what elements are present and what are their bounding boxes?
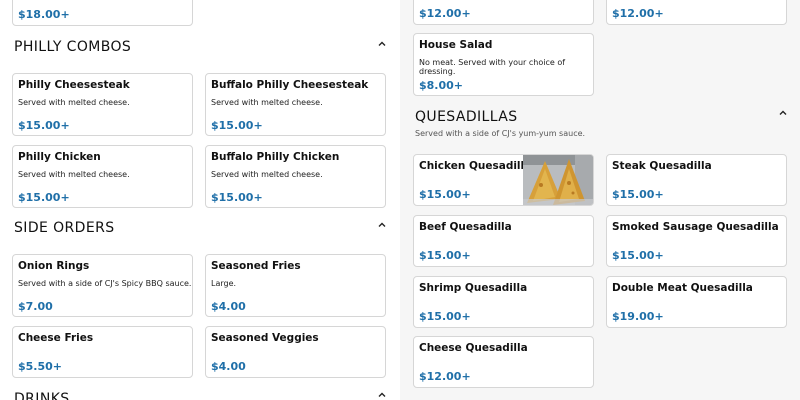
section-title-quesadillas: QUESADILLAS xyxy=(415,109,518,125)
menu-item-card[interactable]: House Salad No meat. Served with your ch… xyxy=(413,33,594,96)
item-price: $12.00+ xyxy=(612,7,664,20)
item-price: $15.00+ xyxy=(419,310,471,323)
item-price: $7.00 xyxy=(18,300,53,313)
item-name: Double Meat Quesadilla xyxy=(612,282,753,294)
item-price: $5.50+ xyxy=(18,360,63,373)
item-description: No meat. Served with your choice of dres… xyxy=(419,58,566,76)
item-price: $15.00+ xyxy=(419,249,471,262)
item-price: $15.00+ xyxy=(18,119,70,132)
menu-item-card[interactable]: Beef Quesadilla $15.00+ xyxy=(413,215,594,267)
item-name: Buffalo Philly Cheesesteak xyxy=(211,79,369,91)
item-name: Beef Quesadilla xyxy=(419,221,512,233)
item-price: $15.00+ xyxy=(211,119,263,132)
menu-item-card[interactable]: Double Meat Quesadilla $19.00+ xyxy=(606,276,787,328)
item-name: Smoked Sausage Quesadilla xyxy=(612,221,779,233)
section-subtitle: Served with a side of CJ's yum-yum sauce… xyxy=(415,129,586,138)
item-name: Onion Rings xyxy=(18,260,90,272)
menu-item-card[interactable]: Philly Chicken Served with melted cheese… xyxy=(12,145,193,208)
item-price: $15.00+ xyxy=(419,188,471,201)
item-name: Cheese Quesadilla xyxy=(419,342,528,354)
item-name: Buffalo Philly Chicken xyxy=(211,151,340,163)
chevron-up-icon[interactable] xyxy=(377,220,387,230)
item-name: Philly Chicken xyxy=(18,151,101,163)
item-name: House Salad xyxy=(419,39,493,51)
menu-right-column: $12.00+ $12.00+ House Salad No meat. Ser… xyxy=(400,0,800,400)
item-name: Cheese Fries xyxy=(18,332,94,344)
quesadilla-photo xyxy=(523,155,593,205)
menu-item-card[interactable]: Seasoned Veggies $4.00 xyxy=(205,326,386,378)
item-price: $4.00 xyxy=(211,300,246,313)
item-description: Served with melted cheese. xyxy=(18,170,130,179)
item-price: $8.00+ xyxy=(419,79,464,92)
menu-item-card[interactable]: Onion Rings Served with a side of CJ's S… xyxy=(12,254,193,317)
item-description: Served with a side of CJ's Spicy BBQ sau… xyxy=(18,279,192,288)
menu-item-card[interactable]: Chicken Quesadilla $15.00+ xyxy=(413,154,594,206)
menu-item-card[interactable]: Buffalo Philly Cheesesteak Served with m… xyxy=(205,73,386,136)
menu-item-card[interactable]: Buffalo Philly Chicken Served with melte… xyxy=(205,145,386,208)
chevron-up-icon[interactable] xyxy=(377,390,387,400)
item-name: Seasoned Fries xyxy=(211,260,301,272)
item-description: Served with melted cheese. xyxy=(18,98,130,107)
item-name: Chicken Quesadilla xyxy=(419,160,532,172)
menu-item-card[interactable]: Smoked Sausage Quesadilla $15.00+ xyxy=(606,215,787,267)
item-description: Served with melted cheese. xyxy=(211,170,323,179)
menu-item-card[interactable]: Shrimp Quesadilla $15.00+ xyxy=(413,276,594,328)
menu-item-card[interactable]: $12.00+ xyxy=(413,0,594,25)
menu-item-card[interactable]: Steak Quesadilla $15.00+ xyxy=(606,154,787,206)
menu-item-card[interactable]: $18.00+ xyxy=(12,0,193,26)
item-description: Large. xyxy=(211,279,237,288)
section-title-side-orders: SIDE ORDERS xyxy=(14,220,115,236)
item-price: $19.00+ xyxy=(612,310,664,323)
item-price: $15.00+ xyxy=(211,191,263,204)
chevron-up-icon[interactable] xyxy=(778,108,788,118)
section-title-drinks: DRINKS xyxy=(14,391,70,400)
section-title-philly-combos: PHILLY COMBOS xyxy=(14,39,132,55)
item-price: $12.00+ xyxy=(419,7,471,20)
item-name: Steak Quesadilla xyxy=(612,160,712,172)
menu-item-card[interactable]: Seasoned Fries Large. $4.00 xyxy=(205,254,386,317)
item-name: Seasoned Veggies xyxy=(211,332,319,344)
item-price: $4.00 xyxy=(211,360,246,373)
chevron-up-icon[interactable] xyxy=(377,39,387,49)
menu-item-card[interactable]: Cheese Quesadilla $12.00+ xyxy=(413,336,594,388)
item-price: $18.00+ xyxy=(18,8,70,21)
item-price: $15.00+ xyxy=(18,191,70,204)
item-price: $15.00+ xyxy=(612,188,664,201)
menu-left-column: $18.00+ PHILLY COMBOS Philly Cheesesteak… xyxy=(0,0,400,400)
item-price: $12.00+ xyxy=(419,370,471,383)
menu-item-card[interactable]: Cheese Fries $5.50+ xyxy=(12,326,193,378)
item-description: Served with melted cheese. xyxy=(211,98,323,107)
item-name: Philly Cheesesteak xyxy=(18,79,130,91)
item-price: $15.00+ xyxy=(612,249,664,262)
menu-item-card[interactable]: $12.00+ xyxy=(606,0,787,25)
item-name: Shrimp Quesadilla xyxy=(419,282,528,294)
menu-item-card[interactable]: Philly Cheesesteak Served with melted ch… xyxy=(12,73,193,136)
